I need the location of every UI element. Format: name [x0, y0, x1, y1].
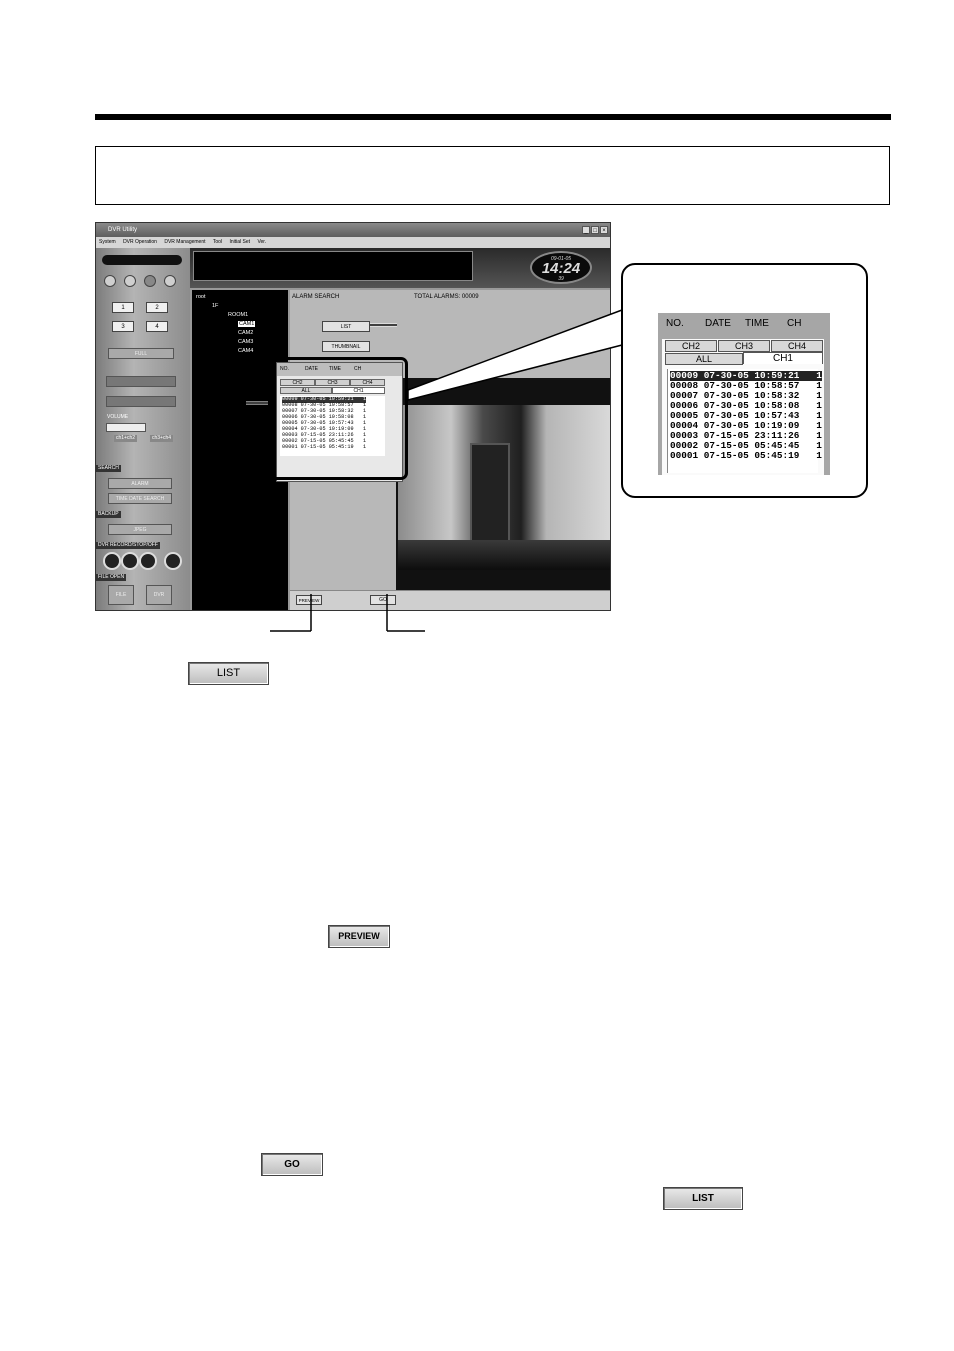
zoom-col-time: TIME	[745, 318, 769, 329]
zoom-col-date: DATE	[705, 318, 731, 329]
callout-lines	[246, 308, 623, 632]
zoom-tab-ch1[interactable]: CH1	[743, 352, 823, 364]
zoom-tab-ch4[interactable]: CH4	[771, 340, 823, 352]
zoomed-alarm-list: NO. DATE TIME CH CH2 CH3 CH4 ALL CH1 000…	[658, 313, 830, 475]
go-button[interactable]: GO	[261, 1153, 323, 1176]
zoom-tab-ch3[interactable]: CH3	[718, 340, 770, 352]
zoom-tab-ch2[interactable]: CH2	[665, 340, 717, 352]
list-button-2[interactable]: LIST	[663, 1187, 743, 1210]
zoom-col-no: NO.	[666, 318, 684, 329]
zoom-alarm-row[interactable]: 00001 07-15-05 05:45:19 1	[670, 451, 822, 461]
zoom-col-ch: CH	[787, 318, 802, 329]
zoom-header: NO. DATE TIME CH	[658, 313, 830, 339]
zoom-body: CH2 CH3 CH4 ALL CH1 00009 07-30-05 10:59…	[662, 339, 824, 475]
zoom-callout: NO. DATE TIME CH CH2 CH3 CH4 ALL CH1 000…	[621, 263, 868, 498]
zoom-tab-all[interactable]: ALL	[665, 353, 743, 365]
zoom-alarm-rows: 00009 07-30-05 10:59:21 1 00008 07-30-05…	[667, 369, 822, 473]
list-button[interactable]: LIST	[188, 662, 269, 685]
preview-button[interactable]: PREVIEW	[328, 925, 390, 948]
